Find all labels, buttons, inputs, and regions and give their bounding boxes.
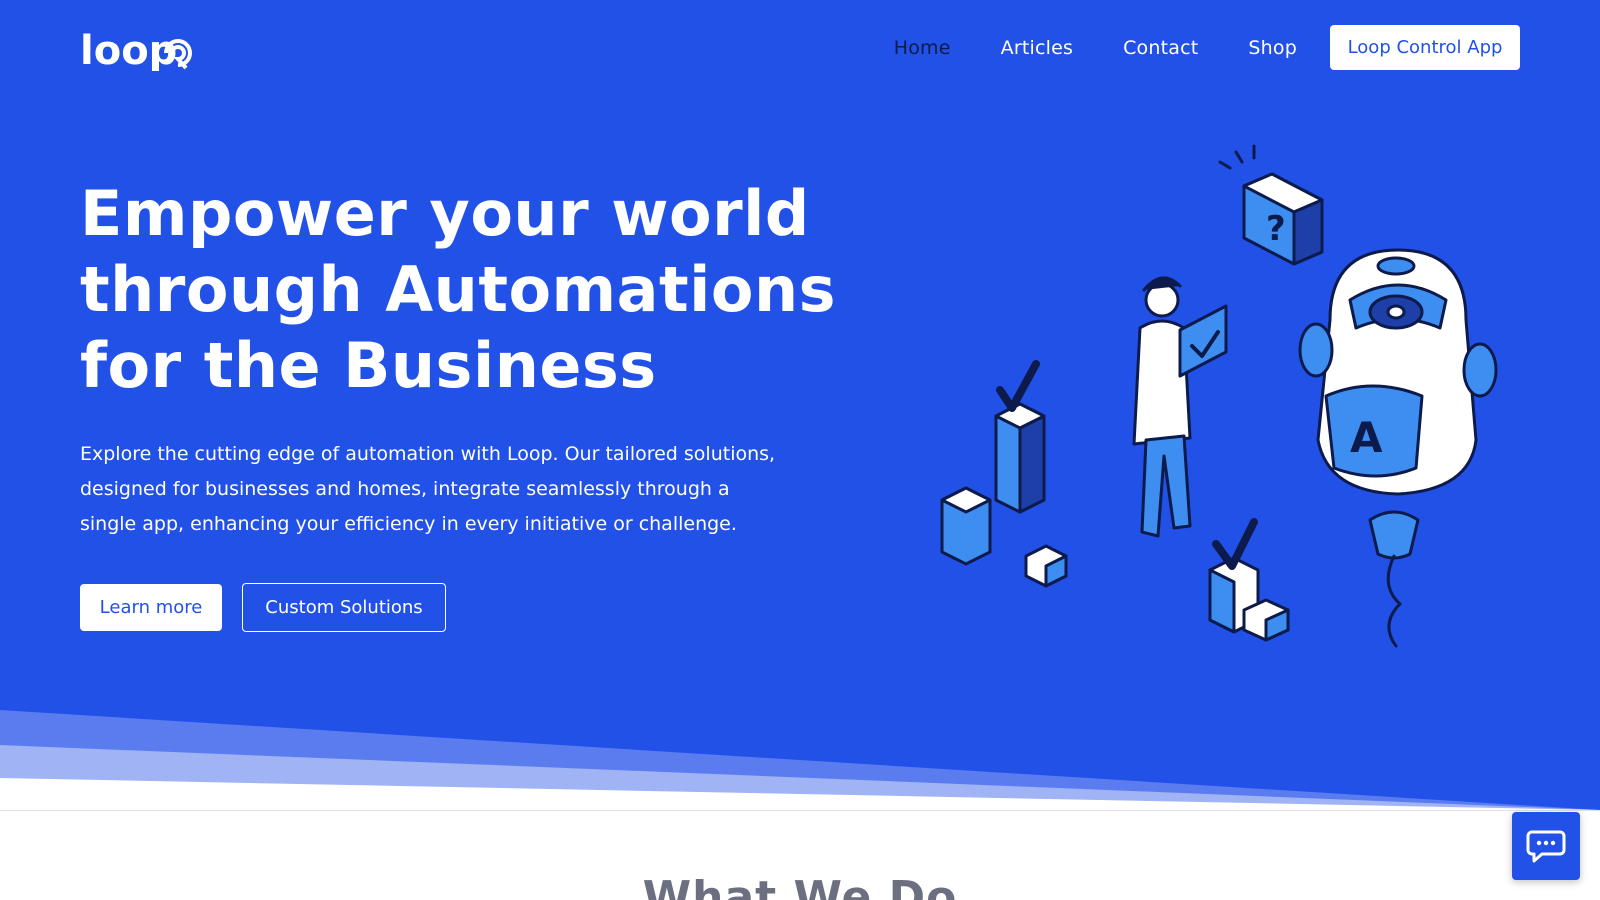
headline-line-2: through Automations <box>80 253 837 326</box>
nav-item-contact[interactable]: Contact <box>1123 37 1198 59</box>
what-we-do-heading: What We Do <box>642 872 958 900</box>
custom-solutions-button[interactable]: Custom Solutions <box>242 583 446 632</box>
loop-logo-icon: loop <box>80 28 193 74</box>
chat-bubble-icon <box>1526 830 1566 863</box>
main-nav: Home Articles Contact Shop Loop Control … <box>894 25 1520 70</box>
svg-text:A: A <box>1350 413 1383 462</box>
robot-icon: A <box>1298 248 1498 648</box>
headline-line-3: for the Business <box>80 329 657 402</box>
learn-more-button[interactable]: Learn more <box>80 584 222 631</box>
hero-section: loop Home Articles Contact Shop Loop Con… <box>0 0 1600 810</box>
hero-illustration: ? A <box>940 144 1498 648</box>
question-bubble-icon: ? <box>1218 144 1324 266</box>
nav-item-shop[interactable]: Shop <box>1248 37 1297 59</box>
headline-line-1: Empower your world <box>80 177 810 250</box>
svg-text:?: ? <box>1266 209 1286 249</box>
bar-chart-left-icon <box>940 360 1068 588</box>
bar-chart-right-icon <box>1208 518 1290 642</box>
hero-headline: Empower your world through Automations f… <box>80 176 840 404</box>
person-figure-icon <box>1132 276 1228 538</box>
hero-subtext: Explore the cutting edge of automation w… <box>80 443 776 535</box>
logo-text: loop <box>80 28 177 71</box>
section-divider <box>0 810 1600 811</box>
chat-widget-button[interactable] <box>1512 812 1580 880</box>
nav-item-articles[interactable]: Articles <box>1001 37 1073 59</box>
brand-logo[interactable]: loop <box>80 27 196 74</box>
nav-item-home[interactable]: Home <box>894 37 951 59</box>
loop-control-app-button[interactable]: Loop Control App <box>1330 25 1520 70</box>
